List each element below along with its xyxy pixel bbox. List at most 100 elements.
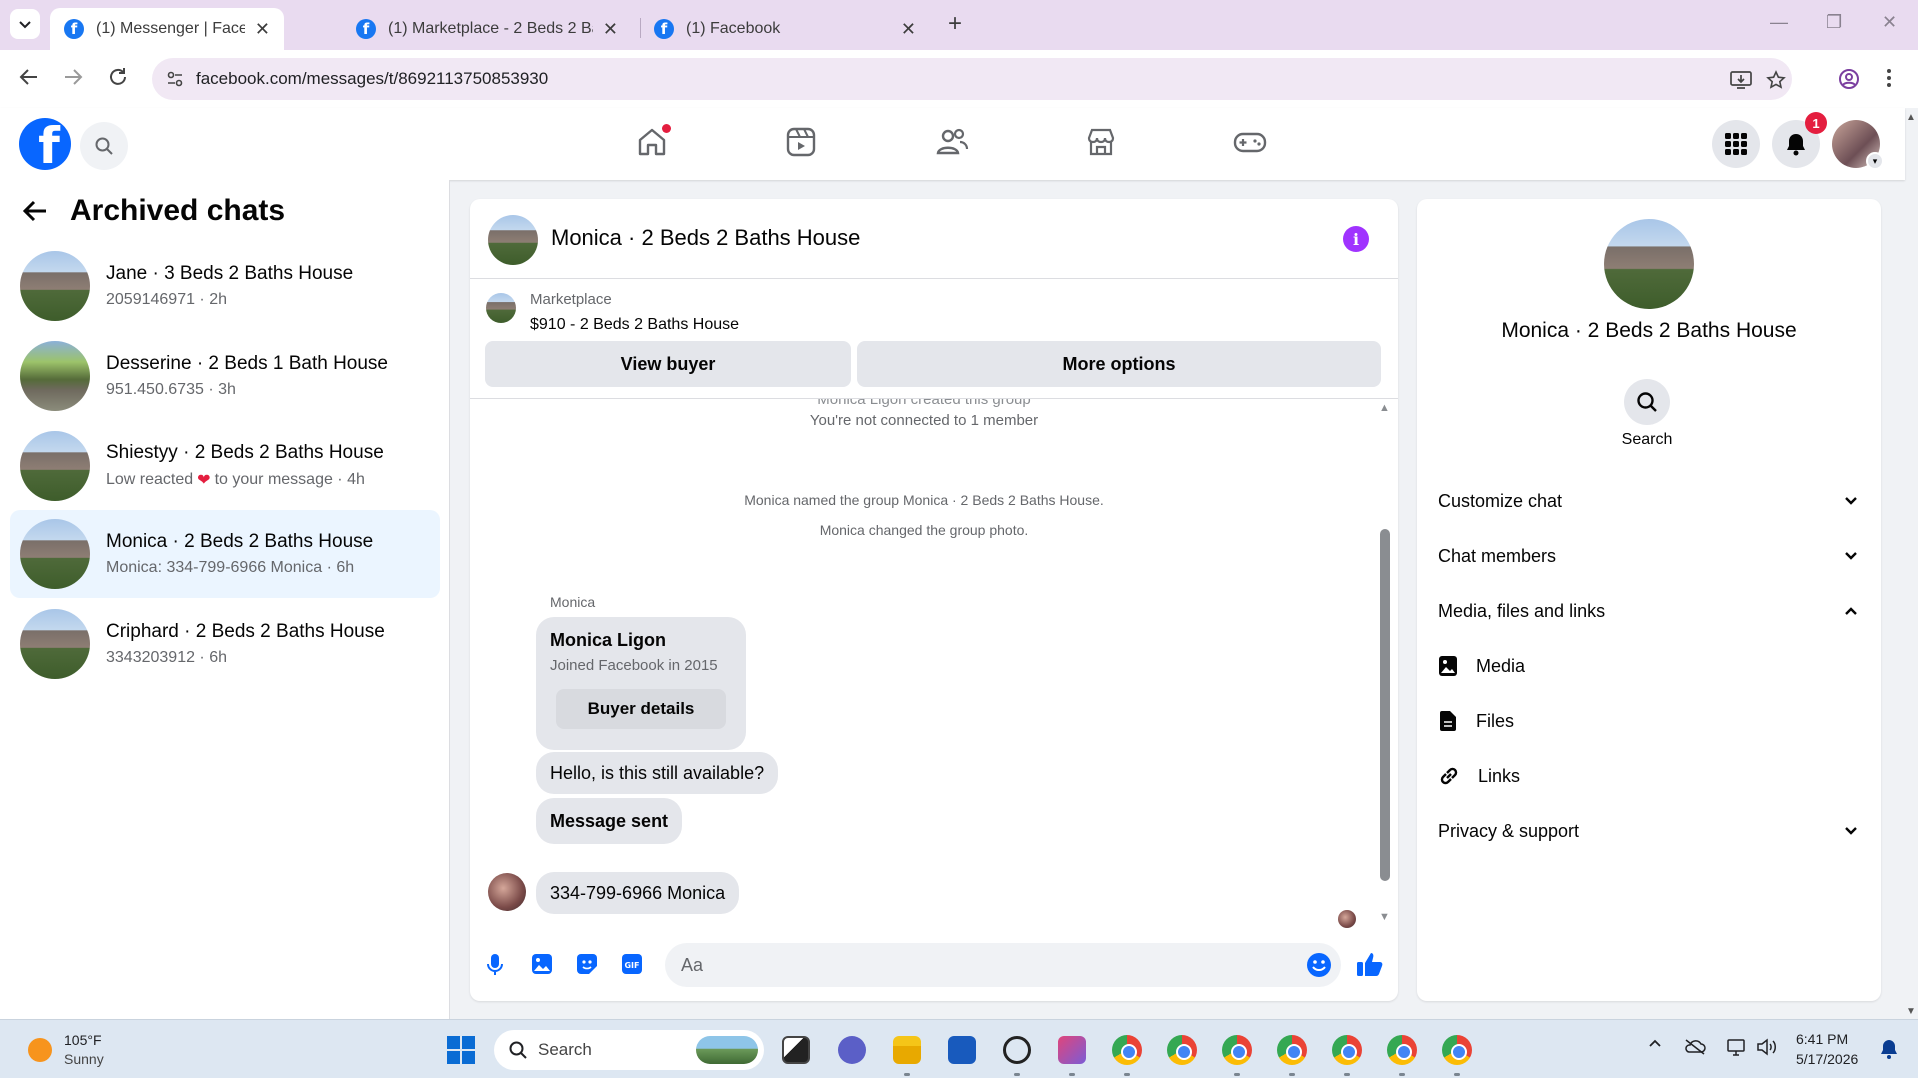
gif-icon[interactable]: GIF [621,953,643,975]
volume-icon[interactable] [1756,1038,1778,1056]
tab-marketplace[interactable]: f (1) Marketplace - 2 Beds 2 Bath ✕ [342,8,632,50]
close-tab-icon[interactable]: ✕ [603,19,618,40]
microphone-icon[interactable] [486,953,504,977]
restore-icon[interactable]: ❐ [1826,12,1842,33]
weather-condition[interactable]: Sunny [64,1051,104,1067]
running-indicator [1234,1073,1240,1076]
chrome-profile-icon[interactable] [1387,1035,1417,1065]
page-scroll-up-icon[interactable]: ▲ [1906,112,1916,123]
page-scroll-down-icon[interactable]: ▼ [1906,1006,1916,1017]
chevron-down-icon [1844,826,1858,836]
chrome-menu-icon[interactable] [1886,68,1892,88]
file-explorer-icon[interactable] [893,1036,921,1064]
sun-weather-icon[interactable] [28,1038,52,1062]
notification-bell-icon[interactable] [1880,1039,1898,1059]
menu-grid-button[interactable] [1712,120,1760,168]
privacy-support-section[interactable]: Privacy & support [1438,811,1858,851]
message-bubble[interactable]: Message sent [536,798,683,844]
grid-menu-icon [1725,133,1747,155]
chrome-icon[interactable] [1167,1035,1197,1065]
thumbs-up-icon[interactable] [1356,951,1384,977]
image-upload-icon[interactable] [531,953,553,975]
new-tab-icon[interactable]: + [948,10,962,38]
chat-name: Jane · 3 Beds 2 Baths House [106,263,354,284]
windows-start-icon[interactable] [447,1036,475,1064]
buyer-details-button[interactable]: Buyer details [556,689,726,729]
taskbar-search[interactable]: Search [494,1030,764,1070]
message-input[interactable]: Aa [665,943,1341,987]
install-app-icon[interactable] [1730,70,1752,90]
close-tab-icon[interactable]: ✕ [255,19,270,40]
chat-list-item[interactable]: Jane · 3 Beds 2 Baths House 2059146971 ·… [10,242,440,330]
tab-list-button[interactable] [10,9,40,39]
weather-temperature[interactable]: 105°F [64,1032,102,1048]
emoji-icon[interactable] [1306,952,1332,978]
media-files-links-section[interactable]: Media, files and links [1438,591,1858,631]
system-message: You're not connected to 1 member [809,412,1039,429]
message-bubble[interactable]: Hello, is this still available? [536,752,779,794]
files-item[interactable]: Files [1438,701,1858,741]
teams-icon[interactable] [838,1036,866,1064]
conversation-info-icon[interactable]: i [1343,226,1369,252]
sticker-icon[interactable] [576,953,598,975]
view-buyer-button[interactable]: View buyer [485,341,851,387]
close-tab-icon[interactable]: ✕ [901,19,916,40]
network-icon[interactable] [1724,1038,1746,1056]
bookmark-star-icon[interactable] [1766,70,1786,90]
gaming-icon[interactable] [1233,126,1267,158]
friends-icon[interactable] [935,126,969,158]
reload-icon[interactable] [107,66,129,88]
search-in-conversation-button[interactable] [1624,379,1670,425]
word-icon[interactable] [948,1036,976,1064]
group-avatar-large[interactable] [1604,219,1694,309]
profile-icon[interactable] [1838,68,1860,90]
forward-icon[interactable] [62,66,84,88]
section-label: Customize chat [1438,490,1563,511]
listing-title[interactable]: $910 - 2 Beds 2 Baths House [530,316,739,334]
chrome-profile-icon[interactable] [1442,1035,1472,1065]
thread-scroll-down-icon[interactable]: ▼ [1379,911,1390,923]
site-info-icon[interactable] [166,70,184,88]
heart-reaction-icon: ❤ [197,472,211,489]
close-window-icon[interactable]: ✕ [1882,12,1897,33]
group-avatar[interactable] [488,215,538,265]
chat-list-item[interactable]: Criphard · 2 Beds 2 Baths House 33432039… [10,600,440,688]
links-item[interactable]: Links [1438,756,1858,796]
back-arrow-icon[interactable] [22,199,48,223]
chat-list-item[interactable]: Shiestyy · 2 Beds 2 Baths House Low reac… [10,422,440,510]
back-icon[interactable] [18,66,40,88]
clock-time[interactable]: 6:41 PM [1796,1031,1848,1047]
thread-scroll-up-icon[interactable]: ▲ [1379,402,1390,414]
customize-chat-section[interactable]: Customize chat [1438,481,1858,521]
chat-members-section[interactable]: Chat members [1438,536,1858,576]
chatgpt-icon[interactable] [1003,1036,1031,1064]
chrome-profile-icon[interactable] [1277,1035,1307,1065]
clock-date[interactable]: 5/17/2026 [1796,1051,1858,1067]
marketplace-icon[interactable] [1085,126,1117,158]
url-input[interactable]: facebook.com/messages/t/8692113750853930 [152,58,1792,100]
chrome-profile-icon[interactable] [1332,1035,1362,1065]
media-item[interactable]: Media [1438,646,1858,686]
chat-list-item-selected[interactable]: Monica · 2 Beds 2 Baths House Monica: 33… [10,510,440,598]
facebook-search-button[interactable] [80,122,128,170]
account-chevron-down-icon[interactable]: ▾ [1866,152,1884,170]
reels-icon[interactable] [785,126,817,158]
more-options-button[interactable]: More options [857,341,1381,387]
thread-scrollbar[interactable] [1380,529,1390,881]
chrome-profile-icon[interactable] [1222,1035,1252,1065]
minimize-icon[interactable]: — [1770,12,1788,33]
message-bubble[interactable]: 334-799-6966 Monica [536,872,740,914]
read-receipt-avatar [1338,910,1356,928]
tab-facebook[interactable]: f (1) Facebook ✕ [640,8,930,50]
conversation-title[interactable]: Monica · 2 Beds 2 Baths House [551,225,860,251]
sender-avatar[interactable] [488,873,526,911]
chat-list-item[interactable]: Desserine · 2 Beds 1 Bath House 951.450.… [10,332,440,420]
show-hidden-icons-icon[interactable] [1648,1038,1662,1048]
snipping-tool-icon[interactable] [1058,1036,1086,1064]
onedrive-offline-icon[interactable] [1684,1038,1706,1056]
chrome-profile-icon[interactable] [1112,1035,1142,1065]
task-view-icon[interactable] [782,1036,810,1064]
listing-thumbnail[interactable] [486,293,516,323]
tab-messenger[interactable]: f (1) Messenger | Facebook ✕ [50,8,284,50]
facebook-logo-icon[interactable]: f [19,118,71,170]
